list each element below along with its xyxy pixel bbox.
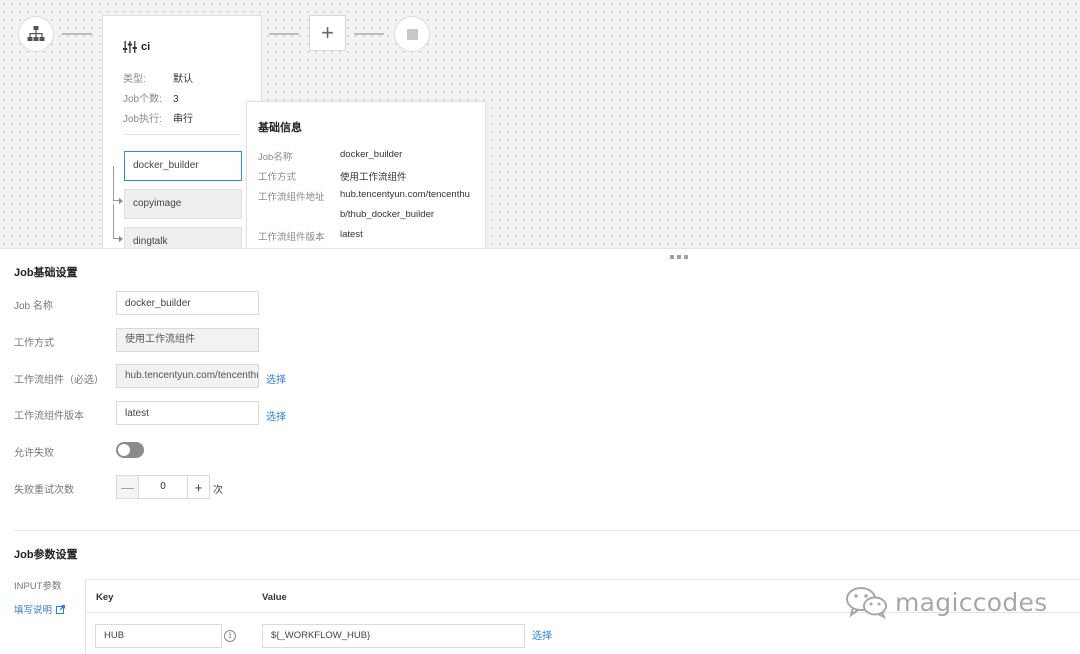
component-field: hub.tencentyun.com/tencenthub/thub_docke… <box>116 364 259 388</box>
pipeline-canvas: ci 类型: 默认 Job个数: 3 Job执行: 串行 docker_builder… <box>0 0 1080 249</box>
info-value: latest <box>340 229 363 240</box>
info-row: 工作流组件版本 latest <box>258 229 363 243</box>
value-header: Value <box>262 592 287 603</box>
stage-divider <box>123 134 241 135</box>
param-key-input[interactable]: HUB <box>95 624 222 648</box>
stage-name: ci <box>141 41 151 53</box>
stage-job-exec-value: 串行 <box>173 114 193 125</box>
stage-type-label: 类型: <box>123 74 146 85</box>
work-mode-label: 工作方式 <box>14 338 54 349</box>
handle-dot <box>677 255 681 259</box>
section-divider <box>14 530 1080 531</box>
handle-dot <box>670 255 674 259</box>
info-panel-title: 基础信息 <box>258 122 302 134</box>
allow-fail-toggle[interactable] <box>116 442 144 458</box>
info-label: 工作流组件版本 <box>258 232 325 243</box>
job-name-label: Job 名称 <box>14 301 53 312</box>
job-arrow <box>119 236 123 242</box>
info-value: hub.tencentyun.com/tencenthu <box>340 189 470 200</box>
allow-fail-label: 允许失败 <box>14 448 54 459</box>
stage-job-count-label: Job个数: <box>123 94 162 105</box>
job-info-panel: 基础信息 Job名称 docker_builder 工作方式 使用工作流组件 工作流… <box>246 101 486 248</box>
retry-value[interactable]: 0 <box>139 475 187 499</box>
external-link-icon <box>56 604 66 614</box>
retry-unit: 次 <box>213 485 223 496</box>
info-row: 工作方式 使用工作流组件 <box>258 169 407 183</box>
stage-job-count-value: 3 <box>173 94 179 105</box>
version-label: 工作流组件版本 <box>14 411 84 422</box>
wechat-icon <box>846 587 887 619</box>
key-header: Key <box>96 592 114 603</box>
pipeline-end-node[interactable] <box>394 16 430 52</box>
help-link-text: 填写说明 <box>14 605 53 616</box>
job-settings-title: Job基础设置 <box>14 267 78 279</box>
version-input[interactable] <box>116 401 259 425</box>
stage-type-value: 默认 <box>173 74 193 85</box>
stage-job-exec-label: Job执行: <box>123 114 162 125</box>
resize-handle[interactable] <box>670 255 688 259</box>
retry-increment-button[interactable]: + <box>187 475 210 499</box>
info-icon[interactable]: i <box>224 630 236 642</box>
connector <box>62 33 92 35</box>
watermark: magiccodes <box>845 585 1048 619</box>
retry-label: 失败重试次数 <box>14 485 74 496</box>
job-link <box>113 204 119 239</box>
info-label: 工作流组件地址 <box>258 192 325 203</box>
stop-icon <box>406 28 418 40</box>
info-value: 使用工作流组件 <box>340 172 407 183</box>
info-label: 工作方式 <box>258 172 297 183</box>
handle-dot <box>684 255 688 259</box>
info-value: docker_builder <box>340 149 403 160</box>
job-item-copyimage[interactable]: copyimage <box>124 189 242 219</box>
add-stage-button[interactable]: + <box>309 15 346 51</box>
param-value-input[interactable]: ${_WORKFLOW_HUB} <box>262 624 525 648</box>
stage-job-count: Job个数: 3 <box>123 90 179 105</box>
watermark-text: magiccodes <box>895 587 1048 617</box>
param-settings-title: Job参数设置 <box>14 549 78 561</box>
input-params-label: INPUT参数 <box>14 581 62 592</box>
retry-stepper: — 0 + <box>116 475 210 499</box>
stage-job-exec: Job执行: 串行 <box>123 110 193 125</box>
stage-type: 类型: 默认 <box>123 70 193 85</box>
job-name-input[interactable] <box>116 291 259 315</box>
info-row: b/thub_docker_builder <box>258 209 434 220</box>
version-select-link[interactable]: 选择 <box>266 408 286 423</box>
retry-decrement-button[interactable]: — <box>116 475 139 499</box>
help-link[interactable]: 填写说明 <box>14 602 66 616</box>
connector <box>354 33 384 35</box>
component-label: 工作流组件（必选） <box>14 375 104 386</box>
toggle-knob <box>118 444 130 456</box>
job-arrow <box>119 198 123 204</box>
component-select-link[interactable]: 选择 <box>266 371 286 386</box>
job-item-dingtalk[interactable]: dingtalk <box>124 227 242 248</box>
param-value-select-link[interactable]: 选择 <box>532 627 552 642</box>
stage-card[interactable]: ci 类型: 默认 Job个数: 3 Job执行: 串行 docker_builder… <box>102 15 262 248</box>
pipeline-start-node[interactable] <box>18 16 54 52</box>
info-value: b/thub_docker_builder <box>340 209 435 220</box>
stage-title: ci <box>123 41 150 53</box>
job-link <box>113 166 119 201</box>
org-tree-icon <box>27 26 45 41</box>
info-row: 工作流组件地址 hub.tencentyun.com/tencenthu <box>258 189 470 203</box>
info-label: Job名称 <box>258 152 293 163</box>
sliders-icon <box>123 41 137 53</box>
work-mode-field: 使用工作流组件 <box>116 328 259 352</box>
job-item-docker-builder[interactable]: docker_builder <box>124 151 242 181</box>
connector <box>269 33 299 35</box>
info-row: Job名称 docker_builder <box>258 149 402 163</box>
